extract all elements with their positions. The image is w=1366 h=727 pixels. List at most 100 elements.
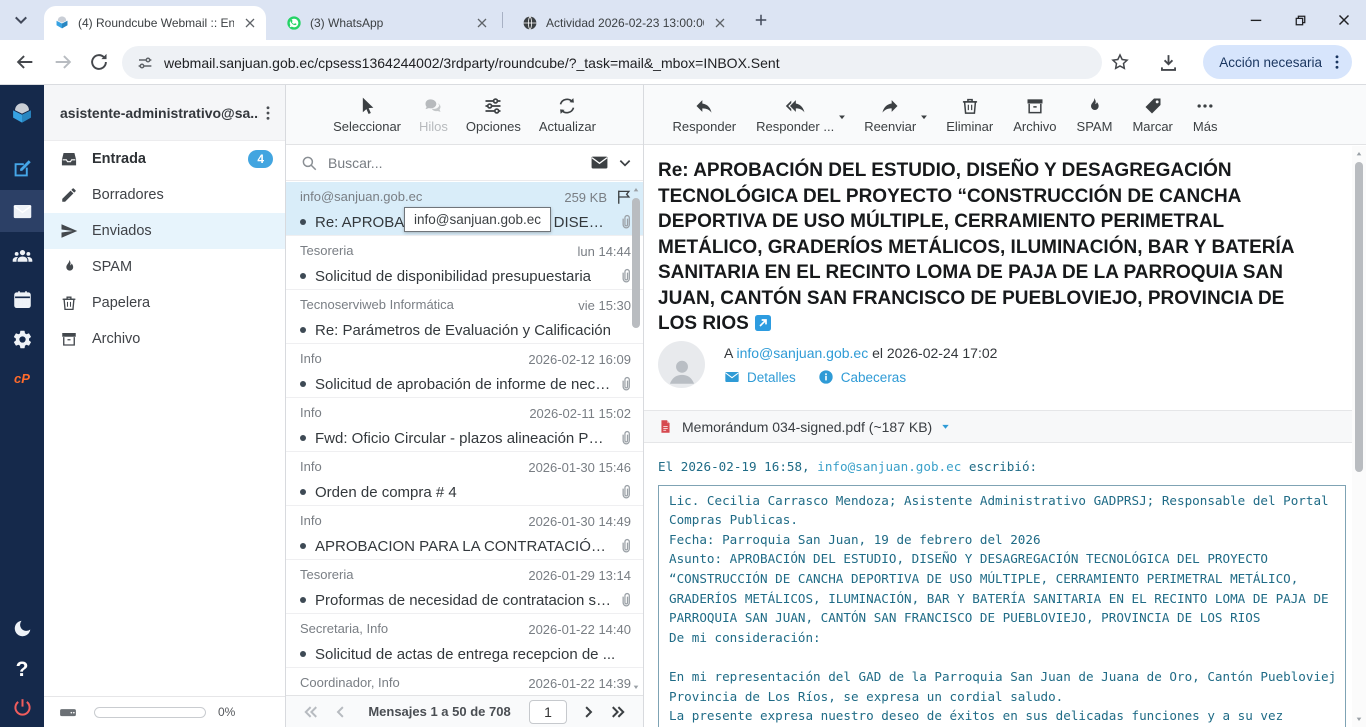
to-prefix: A [724, 345, 733, 361]
message-row[interactable]: Secretaria, Info 2026-01-22 14:40 Solici… [286, 614, 643, 668]
message-row[interactable]: Coordinador, Info 2026-01-22 14:39 [286, 668, 643, 695]
tab-close-icon[interactable] [242, 15, 258, 31]
attachment-bar[interactable]: Memorándum 034-signed.pdf (~187 KB) [644, 410, 1352, 443]
refresh-button[interactable]: Actualizar [539, 96, 596, 134]
reader-scrollbar[interactable] [1352, 146, 1366, 727]
recipient-email-link[interactable]: info@sanjuan.gob.ec [736, 345, 868, 361]
reply-button[interactable]: Responder [673, 96, 737, 134]
mark-button[interactable]: Marcar [1132, 96, 1172, 134]
cpanel-nav-button[interactable]: cP [0, 357, 44, 399]
help-label: ? [16, 658, 29, 682]
tab-close-icon[interactable] [474, 15, 490, 31]
new-tab-button[interactable] [752, 11, 770, 29]
subject-text: Re: APROBACIÓN DEL ESTUDIO, DISEÑO Y DES… [658, 160, 1294, 334]
attachment-menu-caret-icon[interactable] [940, 421, 951, 432]
options-button[interactable]: Opciones [466, 96, 521, 134]
message-row[interactable]: Tecnoserviweb Informática vie 15:30 Re: … [286, 290, 643, 344]
reply-all-button[interactable]: Responder ... [756, 96, 834, 134]
message-row[interactable]: Info 2026-01-30 14:49 APROBACION PARA LA… [286, 506, 643, 560]
browser-menu-kebab-icon[interactable] [1328, 53, 1346, 71]
scrollbar-thumb[interactable] [632, 198, 640, 328]
search-options-chevron-icon[interactable] [617, 155, 633, 171]
details-label: Detalles [747, 370, 796, 385]
next-page-icon[interactable] [579, 703, 597, 721]
help-button[interactable]: ? [0, 649, 44, 691]
select-button[interactable]: Seleccionar [333, 96, 401, 134]
delete-button[interactable]: Eliminar [946, 96, 993, 134]
message-date: 2026-01-30 14:49 [528, 514, 631, 529]
details-link[interactable]: Detalles [724, 369, 796, 385]
account-menu-kebab-icon[interactable] [259, 104, 277, 122]
message-row[interactable]: Info 2026-01-30 15:46 Orden de compra # … [286, 452, 643, 506]
forward-icon [880, 96, 900, 116]
dropdown-caret-icon[interactable] [837, 112, 847, 122]
threads-button[interactable]: Hilos [419, 96, 448, 134]
message-row[interactable]: Info 2026-02-11 15:02 Fwd: Oficio Circul… [286, 398, 643, 452]
folder-papelera[interactable]: Papelera [44, 285, 285, 321]
browser-tab-actividad[interactable]: Actividad 2026-02-23 13:00:00 [512, 6, 736, 40]
prev-page-icon[interactable] [332, 703, 350, 721]
tab-close-icon[interactable] [712, 15, 728, 31]
browser-tab-whatsapp[interactable]: (3) WhatsApp [276, 6, 498, 40]
logout-power-button[interactable] [0, 686, 44, 727]
reload-icon[interactable] [88, 51, 110, 73]
tab-title: (3) WhatsApp [310, 16, 466, 30]
settings-nav-button[interactable] [0, 318, 44, 360]
button-label: Más [1193, 119, 1218, 134]
bookmark-star-icon[interactable] [1110, 52, 1130, 72]
more-button[interactable]: Más [1193, 96, 1218, 134]
search-input[interactable] [328, 155, 582, 171]
message-row[interactable]: Tesoreria lun 14:44 Solicitud de disponi… [286, 236, 643, 290]
archive-button[interactable]: Archivo [1013, 96, 1056, 134]
scroll-down-arrow-icon[interactable] [632, 683, 640, 691]
message-row[interactable]: Tesoreria 2026-01-29 13:14 Proformas de … [286, 560, 643, 614]
last-page-icon[interactable] [609, 703, 627, 721]
download-icon[interactable] [1158, 52, 1179, 73]
browser-tab-roundcube[interactable]: (4) Roundcube Webmail :: Envia [44, 6, 266, 40]
close-window-button[interactable] [1322, 0, 1366, 40]
folder-borradores[interactable]: Borradores [44, 177, 285, 213]
message-row[interactable]: Info 2026-02-12 16:09 Solicitud de aprob… [286, 344, 643, 398]
folder-enviados[interactable]: Enviados [44, 213, 285, 249]
search-scope-mail-icon[interactable] [590, 153, 609, 172]
mail-nav-button[interactable] [0, 190, 44, 232]
folder-spam[interactable]: SPAM [44, 249, 285, 285]
maximize-button[interactable] [1278, 0, 1322, 40]
action-needed-chip[interactable]: Acción necesaria [1203, 45, 1352, 79]
dropdown-caret-icon[interactable] [919, 112, 929, 122]
quote-line: PARROQUIA SAN JUAN, CANTÓN SAN FRANCISCO… [669, 608, 1335, 628]
dark-mode-button[interactable] [0, 607, 44, 649]
message-list-scrollbar[interactable] [630, 182, 642, 695]
tab-search-chevron-icon[interactable] [12, 11, 30, 29]
forward-icon[interactable] [52, 51, 74, 73]
contacts-nav-button[interactable] [0, 235, 44, 277]
threads-icon [423, 96, 443, 116]
address-bar[interactable]: webmail.sanjuan.gob.ec/cpsess1364244002/… [122, 46, 1102, 79]
message-date: 2026-01-30 15:46 [528, 460, 631, 475]
folder-archivo[interactable]: Archivo [44, 321, 285, 357]
sender-email-link[interactable]: info@sanjuan.gob.ec [817, 459, 961, 474]
page-number-input[interactable] [529, 700, 567, 724]
minimize-button[interactable] [1234, 0, 1278, 40]
spam-button[interactable]: SPAM [1077, 96, 1113, 134]
headers-label: Cabeceras [841, 370, 906, 385]
scroll-up-arrow-icon[interactable] [1355, 150, 1363, 158]
folder-entrada[interactable]: Entrada 4 [44, 141, 285, 177]
scrollbar-thumb[interactable] [1355, 162, 1363, 472]
search-icon[interactable] [300, 154, 318, 172]
external-link-icon[interactable] [755, 315, 771, 331]
first-page-icon[interactable] [302, 703, 320, 721]
roundcube-logo[interactable] [0, 93, 44, 135]
account-header[interactable]: asistente-administrativo@sa... [44, 85, 285, 141]
scroll-down-arrow-icon[interactable] [1355, 715, 1363, 723]
more-dots-icon [1195, 96, 1215, 116]
headers-link[interactable]: Cabeceras [818, 369, 906, 385]
message-date: lun 14:44 [578, 244, 632, 259]
back-icon[interactable] [14, 51, 36, 73]
compose-button[interactable] [0, 147, 44, 189]
button-label: Responder [673, 119, 737, 134]
forward-button[interactable]: Reenviar [864, 96, 916, 134]
site-settings-icon[interactable] [136, 54, 154, 72]
calendar-nav-button[interactable] [0, 278, 44, 320]
scroll-up-arrow-icon[interactable] [632, 186, 640, 194]
